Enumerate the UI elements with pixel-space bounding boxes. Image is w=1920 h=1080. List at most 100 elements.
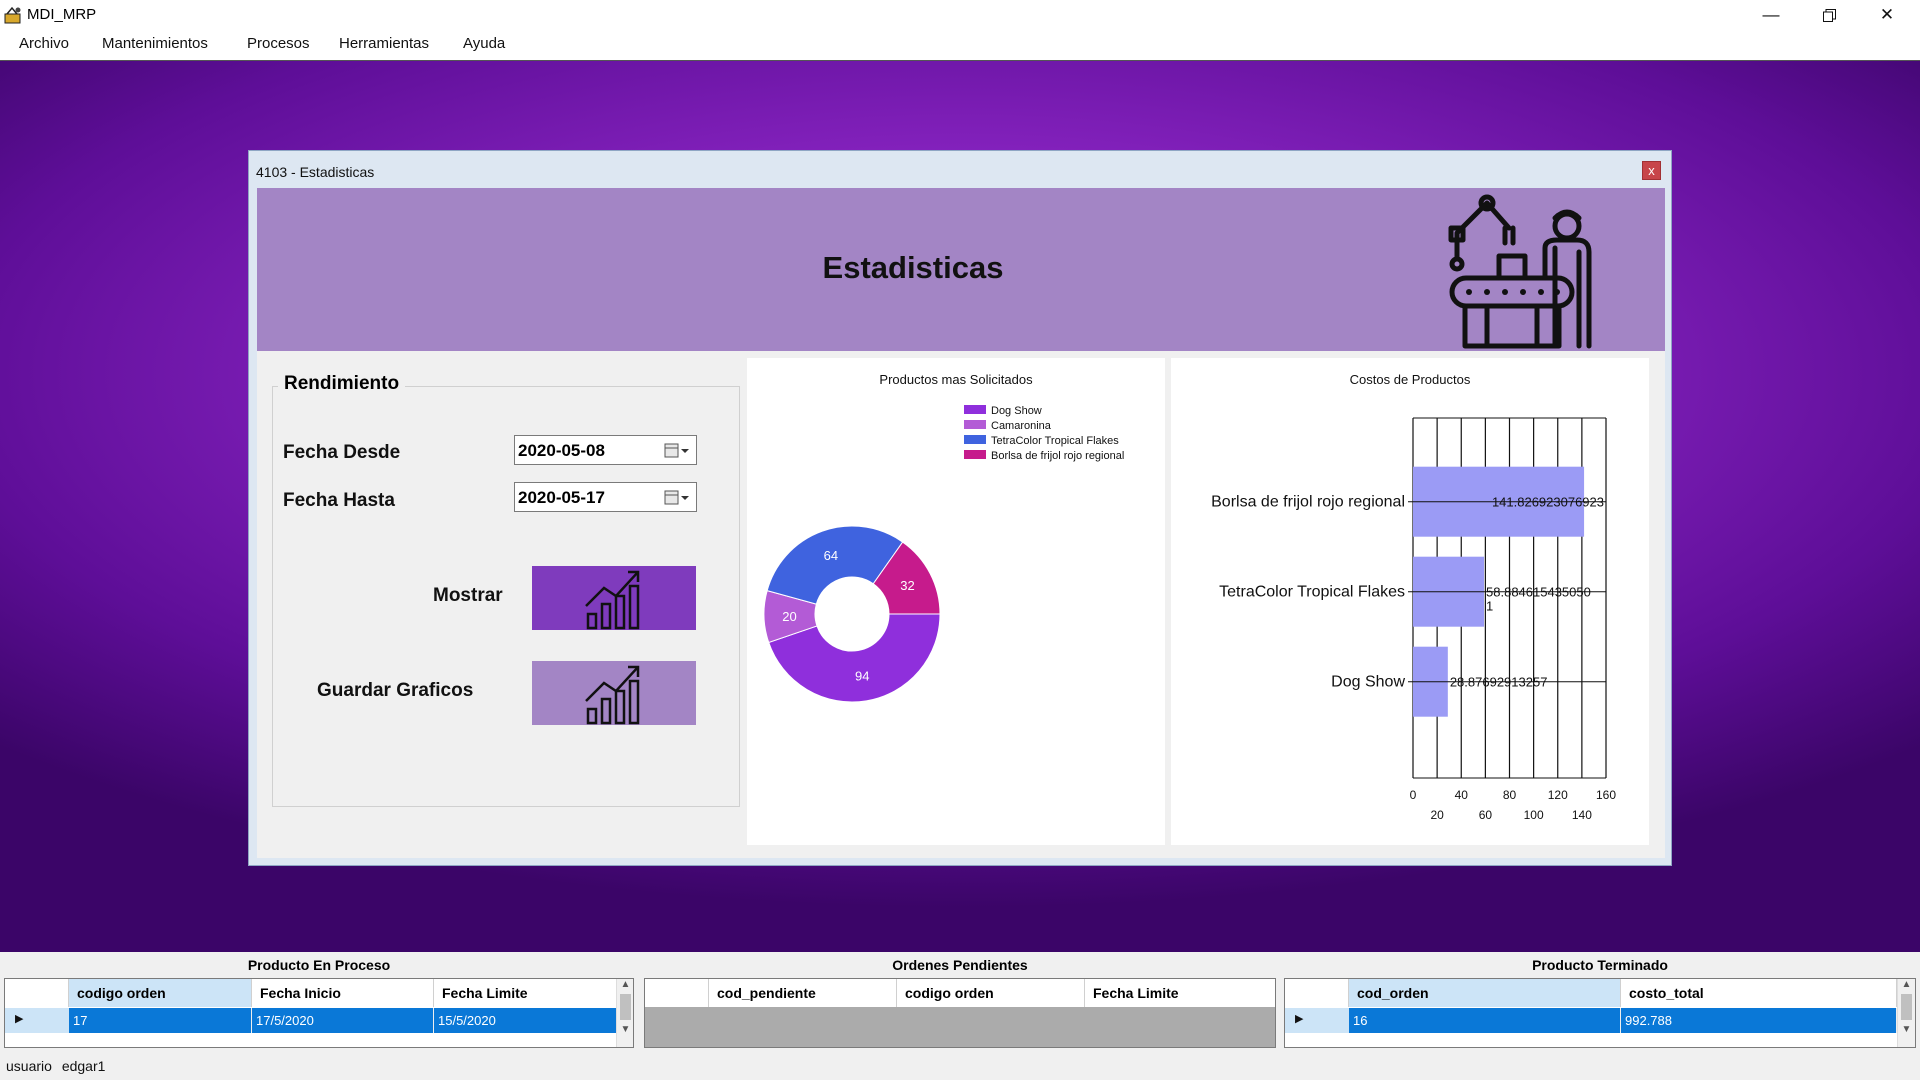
row-selector[interactable]: ▶ [1285,1008,1349,1033]
x-tick-label: 120 [1548,788,1568,802]
child-close-button[interactable]: x [1642,161,1661,180]
ordenes-pendientes-title: Ordenes Pendientes [892,957,1028,973]
mostrar-button[interactable] [532,566,696,630]
column-header[interactable]: costo_total [1621,979,1897,1007]
status-user-label: usuario [6,1058,52,1074]
legend-entry: Dog Show [991,405,1042,417]
row-indicator-icon: ▶ [15,1013,24,1025]
data-label: 141.826923076923 [1492,495,1604,510]
row-indicator-icon: ▶ [1295,1013,1304,1025]
legend-entry: TetraColor Tropical Flakes [991,435,1119,447]
status-bar: usuario edgar1 [6,1058,105,1074]
producto-terminado-grid[interactable]: cod_orden costo_total ▶ 16 992.788 ▲ ▼ [1284,978,1916,1048]
column-header[interactable]: cod_pendiente [709,979,897,1007]
menu-ayuda[interactable]: Ayuda [463,35,505,52]
guardar-graficos-label: Guardar Graficos [317,680,474,701]
x-tick-label: 160 [1596,788,1616,802]
row-header-corner [5,979,69,1007]
menu-archivo[interactable]: Archivo [19,35,69,52]
row-header-corner [1285,979,1349,1007]
scroll-up-icon[interactable]: ▲ [1898,979,1915,990]
y-tick-label: Dog Show [1331,674,1405,691]
x-tick-label: 0 [1410,788,1417,802]
statistics-window: 4103 - Estadisticas x Estadisticas Rendi… [248,150,1672,866]
table-cell[interactable]: 992.788 [1621,1008,1897,1033]
x-tick-label: 80 [1503,788,1517,802]
x-tick-label: 20 [1430,808,1444,822]
data-label: 58.884615435050 [1486,585,1591,600]
child-window-body: Estadisticas Rendimiento Fecha Desde 202… [257,188,1665,858]
column-header[interactable]: codigo orden [69,979,252,1007]
table-cell[interactable]: 16 [1349,1008,1621,1033]
row-selector[interactable]: ▶ [5,1008,69,1033]
row-header-corner [645,979,709,1007]
legend-swatch [964,435,986,444]
minimize-button[interactable]: — [1742,0,1800,30]
legend-swatch [964,450,986,459]
group-label: Rendimiento [278,373,406,395]
growth-chart-icon [585,570,640,630]
y-tick-label: TetraColor Tropical Flakes [1219,584,1405,601]
scroll-down-icon[interactable]: ▼ [1898,1024,1915,1035]
legend-entry: Borlsa de frijol rojo regional [991,450,1124,462]
ordenes-pendientes-grid[interactable]: cod_pendiente codigo orden Fecha Limite [644,978,1276,1048]
close-window-button[interactable]: ✕ [1858,0,1916,30]
producto-terminado-title: Producto Terminado [1532,957,1668,973]
productos-chart-panel: Productos mas Solicitados 94 20 64 32 Dog Sh… [747,358,1165,845]
calendar-dropdown-icon[interactable] [664,490,690,506]
minimize-icon: — [1762,5,1780,24]
menu-herramientas[interactable]: Herramientas [339,35,429,52]
scroll-up-icon[interactable]: ▲ [617,979,633,990]
fecha-hasta-value: 2020-05-17 [518,488,605,507]
slice-label: 32 [900,578,914,593]
table-cell[interactable]: 17/5/2020 [252,1008,434,1033]
column-header[interactable]: Fecha Limite [1085,979,1275,1007]
costos-chart-panel: Costos de Productos 0 40 80 120 160 20 60 100 14… [1171,358,1649,845]
fecha-desde-picker[interactable]: 2020-05-08 [514,435,697,465]
fecha-hasta-picker[interactable]: 2020-05-17 [514,482,697,512]
status-user-value: edgar1 [61,1058,106,1074]
restore-button[interactable] [1800,0,1858,30]
producto-proceso-title: Producto En Proceso [247,957,391,973]
calendar-dropdown-icon[interactable] [664,443,690,459]
y-tick-label: Borlsa de frijol rojo regional [1211,494,1405,511]
scroll-thumb[interactable] [620,994,631,1020]
growth-chart-icon [585,665,640,725]
close-icon: ✕ [1879,5,1895,24]
scroll-down-icon[interactable]: ▼ [617,1024,633,1035]
fecha-desde-value: 2020-05-08 [518,441,605,460]
column-header[interactable]: codigo orden [897,979,1085,1007]
slice-label: 20 [782,609,796,624]
slice-label: 94 [855,669,869,684]
legend-entry: Camaronina [991,420,1052,432]
column-header[interactable]: Fecha Inicio [252,979,434,1007]
table-cell[interactable]: 17 [69,1008,252,1033]
guardar-graficos-button[interactable] [532,661,696,725]
menu-mantenimientos[interactable]: Mantenimientos [102,35,208,52]
scroll-thumb[interactable] [1901,994,1912,1020]
factory-robot-icon [1448,194,1592,349]
slice-label: 64 [824,548,838,563]
x-tick-label: 40 [1455,788,1469,802]
x-tick-label: 140 [1572,808,1592,822]
legend-swatch [964,420,986,429]
x-tick-label: 60 [1479,808,1493,822]
data-label: 1 [1486,599,1493,614]
producto-proceso-grid[interactable]: codigo orden Fecha Inicio Fecha Limite ▶… [4,978,634,1048]
page-title: Estadisticas [822,250,1004,285]
column-header[interactable]: Fecha Limite [434,979,617,1007]
legend-swatch [964,405,986,414]
donut-chart: 94 20 64 32 Dog Show Camaronina TetraColor Tro… [763,405,1124,703]
app-icon [4,6,21,24]
column-header[interactable]: cod_orden [1349,979,1621,1007]
vertical-scrollbar[interactable]: ▲ ▼ [616,979,633,1047]
bar-chart: 0 40 80 120 160 20 60 100 140 Borlsa de frijol ro… [1211,417,1616,822]
menu-procesos[interactable]: Procesos [247,35,310,52]
vertical-scrollbar[interactable]: ▲ ▼ [1897,979,1915,1047]
data-label: 28.87692913257 [1450,675,1548,690]
close-icon: x [1648,163,1655,178]
table-cell[interactable]: 15/5/2020 [434,1008,617,1033]
restore-icon [1822,8,1836,22]
window-titlebar: MDI_MRP — ✕ [0,0,1920,30]
fecha-desde-label: Fecha Desde [283,442,401,463]
